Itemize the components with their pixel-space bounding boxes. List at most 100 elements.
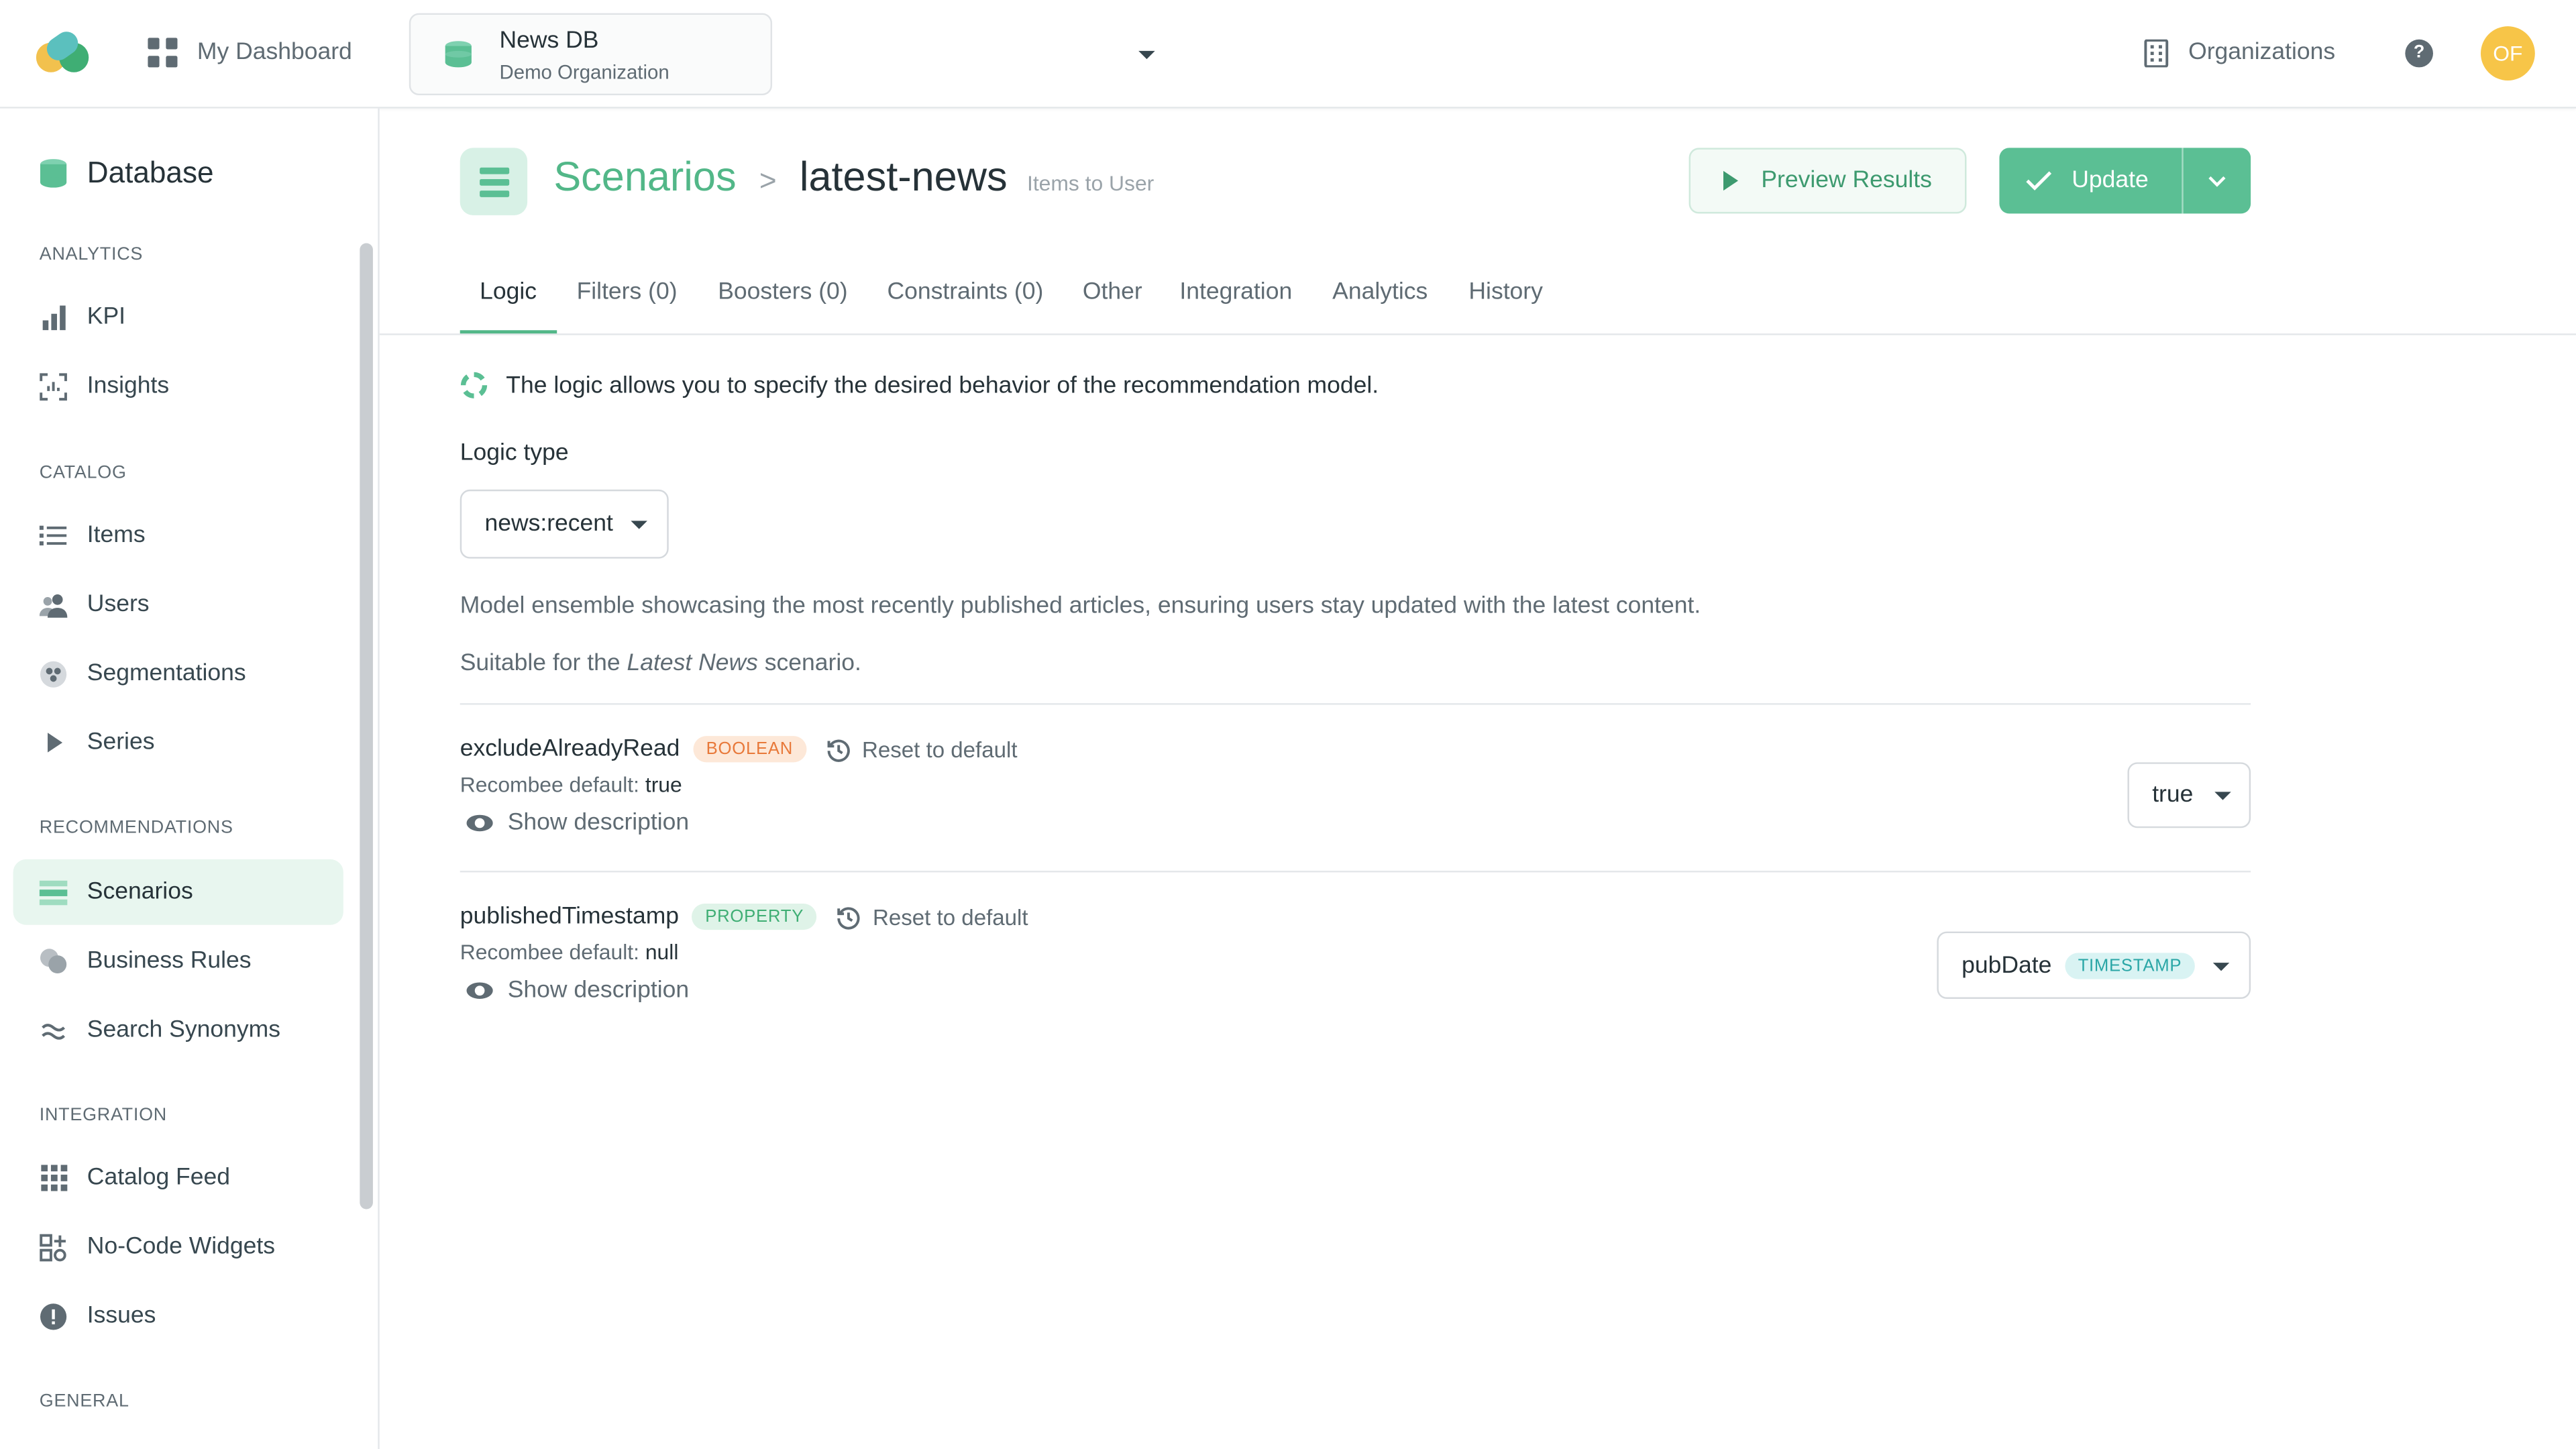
- preview-results-label: Preview Results: [1761, 167, 1932, 194]
- alert-icon: [40, 1302, 68, 1330]
- param-published-timestamp: publishedTimestamp PROPERTY Reset to def…: [460, 903, 2251, 1035]
- tab-logic[interactable]: Logic: [480, 279, 537, 305]
- user-avatar[interactable]: OF: [2480, 26, 2535, 81]
- section-analytics: ANALYTICS: [39, 244, 144, 265]
- sidebar-item-label: Series: [87, 729, 155, 756]
- sidebar-item-business-rules[interactable]: Business Rules: [13, 928, 343, 994]
- scenario-tabs: Logic Filters (0) Boosters (0) Constrain…: [379, 260, 2576, 335]
- preview-results-button[interactable]: Preview Results: [1688, 148, 1967, 214]
- param-value-select[interactable]: true: [2127, 762, 2251, 828]
- sidebar-header: Database: [40, 156, 214, 191]
- logic-suitable: Suitable for the Latest News scenario.: [460, 651, 861, 677]
- tab-other[interactable]: Other: [1083, 279, 1142, 305]
- database-selector[interactable]: News DB Demo Organization: [409, 13, 1155, 96]
- logic-info-text: The logic allows you to specify the desi…: [506, 372, 1379, 398]
- param-value: true: [2152, 782, 2194, 808]
- scenario-icon: [460, 148, 528, 215]
- widgets-icon: [40, 1233, 68, 1261]
- grid-icon: [40, 1164, 68, 1192]
- value-type-badge: TIMESTAMP: [2064, 952, 2195, 979]
- chevron-right-icon: >: [759, 164, 777, 197]
- sidebar-scrollbar[interactable]: [360, 243, 373, 1210]
- sidebar-item-label: No-Code Widgets: [87, 1234, 276, 1260]
- sidebar-item-series[interactable]: Series: [13, 710, 343, 775]
- logic-info: The logic allows you to specify the desi…: [460, 371, 1379, 399]
- history-icon: [826, 739, 850, 761]
- suitable-prefix: Suitable for the: [460, 650, 621, 677]
- type-badge: PROPERTY: [692, 903, 817, 930]
- sidebar-item-catalog-feed[interactable]: Catalog Feed: [13, 1145, 343, 1211]
- show-description-toggle[interactable]: Show description: [466, 977, 689, 1004]
- insights-icon: [40, 372, 68, 400]
- list-icon: [39, 522, 68, 550]
- logic-type-value: news:recent: [484, 511, 613, 537]
- lifebuoy-icon: [460, 372, 488, 398]
- sidebar-item-label: Scenarios: [87, 879, 193, 906]
- reset-label: Reset to default: [872, 904, 1028, 929]
- reset-to-default-button[interactable]: Reset to default: [837, 904, 1028, 929]
- segments-icon: [40, 659, 68, 688]
- update-button-group: Update: [1999, 148, 2251, 214]
- chevron-down-icon: [1138, 50, 1155, 60]
- chevron-down-icon: [631, 521, 647, 529]
- tab-integration[interactable]: Integration: [1179, 279, 1292, 305]
- show-description-label: Show description: [507, 810, 690, 837]
- update-button[interactable]: Update: [1999, 148, 2184, 214]
- sidebar-item-no-code-widgets[interactable]: No-Code Widgets: [13, 1214, 343, 1280]
- sidebar-item-items[interactable]: Items: [13, 502, 343, 568]
- suitable-scenario-name: Latest News: [627, 650, 758, 677]
- tab-boosters[interactable]: Boosters (0): [718, 279, 847, 305]
- sidebar-item-label: Issues: [87, 1303, 156, 1330]
- sidebar-item-label: Business Rules: [87, 948, 252, 975]
- sidebar-item-segmentations[interactable]: Segmentations: [13, 641, 343, 706]
- logic-type-select[interactable]: news:recent: [460, 489, 669, 559]
- section-integration: INTEGRATION: [39, 1106, 167, 1126]
- section-catalog: CATALOG: [39, 463, 127, 484]
- tab-constraints[interactable]: Constraints (0): [887, 279, 1043, 305]
- sidebar-item-users[interactable]: Users: [13, 572, 343, 637]
- breadcrumb-scenarios-link[interactable]: Scenarios: [553, 154, 736, 202]
- section-recommendations: RECOMMENDATIONS: [39, 818, 233, 838]
- sidebar-item-search-synonyms[interactable]: Search Synonyms: [13, 998, 343, 1063]
- help-icon[interactable]: ?: [2405, 39, 2433, 68]
- reset-to-default-button[interactable]: Reset to default: [826, 737, 1018, 762]
- tab-history[interactable]: History: [1468, 279, 1543, 305]
- scenarios-icon: [39, 878, 68, 906]
- update-dropdown-button[interactable]: [2184, 148, 2251, 213]
- sidebar-item-insights[interactable]: Insights: [13, 354, 343, 419]
- sidebar-title: Database: [87, 156, 214, 189]
- users-icon: [39, 590, 68, 619]
- bar-chart-icon: [40, 303, 68, 331]
- sidebar-item-kpi[interactable]: KPI: [13, 284, 343, 350]
- play-icon: [40, 729, 68, 757]
- rules-icon: [40, 947, 68, 975]
- sidebar: Database ANALYTICS KPI Insights CATALOG …: [0, 108, 380, 1449]
- approx-icon: [40, 1016, 68, 1044]
- divider: [460, 703, 2251, 705]
- my-dashboard-link[interactable]: My Dashboard: [148, 33, 352, 72]
- eye-icon: [466, 814, 493, 832]
- show-description-toggle[interactable]: Show description: [466, 810, 690, 837]
- building-icon: [2144, 38, 2169, 67]
- sidebar-item-issues[interactable]: Issues: [13, 1283, 343, 1349]
- tab-analytics[interactable]: Analytics: [1332, 279, 1428, 305]
- reset-label: Reset to default: [861, 737, 1018, 762]
- active-tab-indicator: [460, 330, 557, 334]
- param-value-select[interactable]: pubDate TIMESTAMP: [1937, 931, 2251, 999]
- chevron-down-icon: [2214, 792, 2231, 800]
- suitable-suffix: scenario.: [764, 650, 861, 677]
- param-name: excludeAlreadyRead: [460, 736, 680, 763]
- organizations-link[interactable]: Organizations: [2144, 33, 2335, 72]
- sidebar-item-scenarios[interactable]: Scenarios: [13, 859, 343, 925]
- tab-filters[interactable]: Filters (0): [577, 279, 678, 305]
- default-value: true: [645, 772, 682, 797]
- sidebar-item-label: Users: [87, 591, 150, 618]
- sidebar-item-label: Search Synonyms: [87, 1016, 280, 1044]
- sidebar-item-label: Catalog Feed: [87, 1165, 231, 1191]
- sidebar-item-label: Items: [87, 522, 146, 549]
- check-icon: [2026, 171, 2052, 191]
- default-label: Recombee default:: [460, 772, 639, 797]
- organizations-label: Organizations: [2188, 39, 2336, 66]
- app-logo-icon[interactable]: [32, 30, 94, 76]
- breadcrumb: Scenarios > latest-news Items to User: [553, 154, 1154, 202]
